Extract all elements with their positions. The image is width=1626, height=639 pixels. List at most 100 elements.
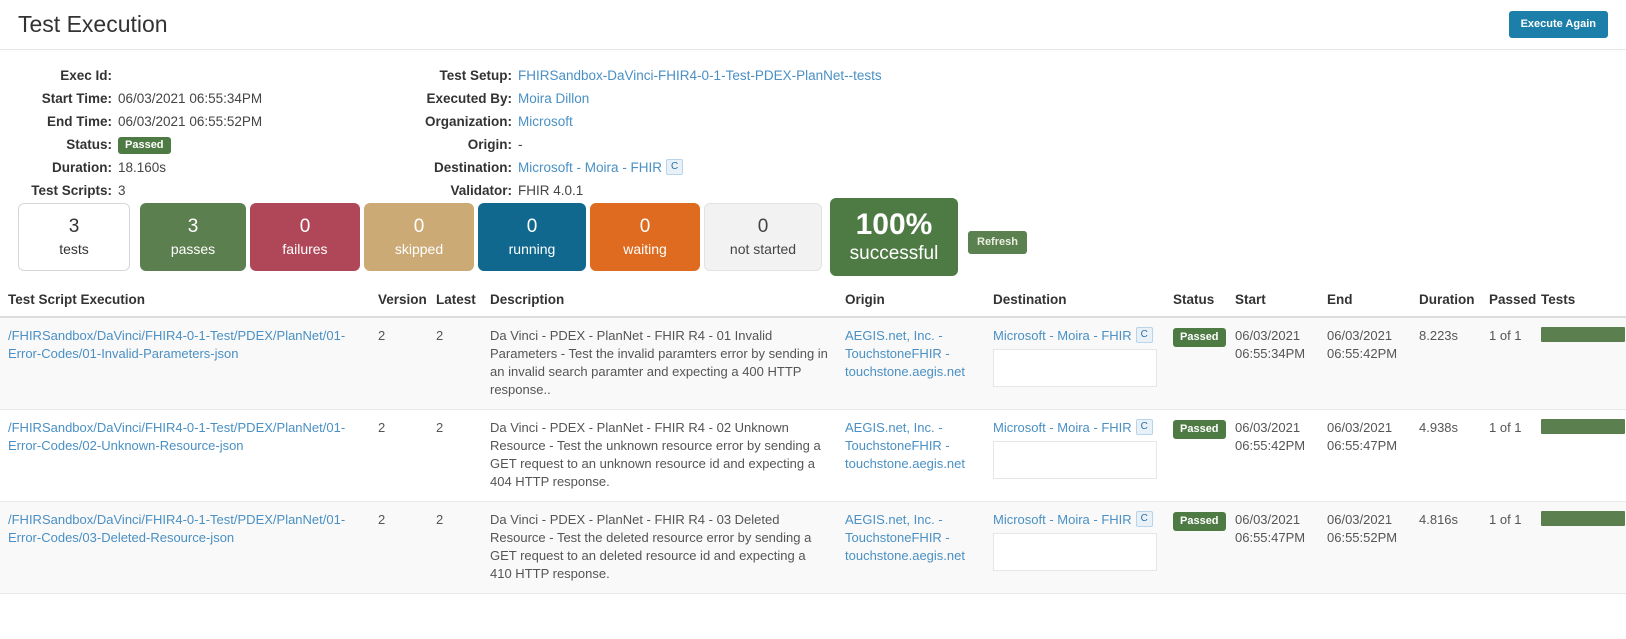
- test-script-execution-table: Test Script ExecutionVersionLatestDescri…: [0, 286, 1626, 594]
- column-header-test-script-execution[interactable]: Test Script Execution: [0, 286, 370, 317]
- column-header-status[interactable]: Status: [1165, 286, 1227, 317]
- detail-value: 18.160s: [118, 160, 166, 175]
- cell-destination[interactable]: Microsoft - Moira - FHIR C: [985, 317, 1165, 410]
- destination-link[interactable]: Microsoft - Moira - FHIR: [993, 328, 1132, 343]
- cell-status: Passed: [1165, 317, 1227, 410]
- cell-origin[interactable]: AEGIS.net, Inc. - TouchstoneFHIR - touch…: [837, 410, 985, 502]
- stat-tile-not-started[interactable]: 0not started: [704, 203, 822, 271]
- percent-successful-label: successful: [830, 242, 958, 266]
- column-header-latest[interactable]: Latest: [428, 286, 482, 317]
- stat-tile-passes[interactable]: 3passes: [140, 203, 246, 271]
- cell-description: Da Vinci - PDEX - PlanNet - FHIR R4 - 02…: [482, 410, 837, 502]
- detail-row: Test Setup:FHIRSandbox-DaVinci-FHIR4-0-1…: [400, 64, 1160, 87]
- cell-start: 06/03/2021 06:55:42PM: [1227, 410, 1319, 502]
- destination-link[interactable]: Microsoft - Moira - FHIR: [993, 420, 1132, 435]
- detail-row: Duration:18.160s: [0, 156, 400, 179]
- cell-origin[interactable]: AEGIS.net, Inc. - TouchstoneFHIR - touch…: [837, 317, 985, 410]
- stat-tile-label: failures: [250, 239, 360, 260]
- detail-row: Status:Passed: [0, 133, 400, 156]
- refresh-button[interactable]: Refresh: [968, 231, 1027, 254]
- table-row[interactable]: /FHIRSandbox/DaVinci/FHIR4-0-1-Test/PDEX…: [0, 317, 1626, 410]
- test-script-link[interactable]: /FHIRSandbox/DaVinci/FHIR4-0-1-Test/PDEX…: [8, 328, 345, 361]
- stat-tile-label: skipped: [364, 239, 474, 260]
- stat-tile-skipped[interactable]: 0skipped: [364, 203, 474, 271]
- stat-tile-tests[interactable]: 3tests: [18, 203, 130, 271]
- destination-link[interactable]: Microsoft - Moira - FHIR: [993, 512, 1132, 527]
- destination-detail-box: [993, 349, 1157, 387]
- detail-row: Organization:Microsoft: [400, 110, 1160, 133]
- detail-value-link[interactable]: Microsoft: [518, 114, 573, 129]
- column-header-start[interactable]: Start: [1227, 286, 1319, 317]
- column-header-version[interactable]: Version: [370, 286, 428, 317]
- origin-link[interactable]: AEGIS.net, Inc. - TouchstoneFHIR - touch…: [845, 420, 965, 471]
- stat-tile-failures[interactable]: 0failures: [250, 203, 360, 271]
- cell-status: Passed: [1165, 502, 1227, 594]
- test-script-link[interactable]: /FHIRSandbox/DaVinci/FHIR4-0-1-Test/PDEX…: [8, 512, 345, 545]
- column-header-passed[interactable]: Passed: [1481, 286, 1533, 317]
- column-header-end[interactable]: End: [1319, 286, 1411, 317]
- cell-version: 2: [370, 502, 428, 594]
- cell-test-script-name[interactable]: /FHIRSandbox/DaVinci/FHIR4-0-1-Test/PDEX…: [0, 410, 370, 502]
- detail-value-link[interactable]: FHIRSandbox-DaVinci-FHIR4-0-1-Test-PDEX-…: [518, 68, 882, 83]
- cell-passed: 1 of 1: [1481, 317, 1533, 410]
- execution-details-left-column: Exec Id:Start Time:06/03/2021 06:55:34PM…: [0, 64, 400, 202]
- detail-value: -: [518, 137, 523, 152]
- status-badge: Passed: [1173, 512, 1226, 531]
- execute-again-button[interactable]: Execute Again: [1509, 11, 1608, 38]
- destination-detail-box: [993, 533, 1157, 571]
- percent-successful-value: 100%: [830, 208, 958, 242]
- detail-label: Test Setup:: [400, 64, 518, 87]
- detail-label: Organization:: [400, 110, 518, 133]
- cell-test-script-name[interactable]: /FHIRSandbox/DaVinci/FHIR4-0-1-Test/PDEX…: [0, 502, 370, 594]
- detail-row: Exec Id:: [0, 64, 400, 87]
- stat-tile-value: 3: [19, 215, 129, 239]
- detail-value: Moira Dillon: [518, 87, 589, 110]
- column-header-duration[interactable]: Duration: [1411, 286, 1481, 317]
- cell-test-script-name[interactable]: /FHIRSandbox/DaVinci/FHIR4-0-1-Test/PDEX…: [0, 317, 370, 410]
- stat-tile-value: 0: [478, 215, 586, 239]
- cell-duration: 8.223s: [1411, 317, 1481, 410]
- table-header-row: Test Script ExecutionVersionLatestDescri…: [0, 286, 1626, 317]
- column-header-tests[interactable]: Tests: [1533, 286, 1626, 317]
- stat-tile-waiting[interactable]: 0waiting: [590, 203, 700, 271]
- stat-tile-label: tests: [19, 239, 129, 260]
- cell-end: 06/03/2021 06:55:47PM: [1319, 410, 1411, 502]
- destination-link-wrap: Microsoft - Moira - FHIRC: [993, 419, 1157, 437]
- detail-value-link[interactable]: Moira Dillon: [518, 91, 589, 106]
- table-row[interactable]: /FHIRSandbox/DaVinci/FHIR4-0-1-Test/PDEX…: [0, 502, 1626, 594]
- detail-row: Start Time:06/03/2021 06:55:34PM: [0, 87, 400, 110]
- percent-successful-tile: 100%successful: [830, 198, 958, 276]
- status-badge: Passed: [1173, 328, 1226, 347]
- stat-tile-value: 0: [590, 215, 700, 239]
- column-header-destination[interactable]: Destination: [985, 286, 1165, 317]
- detail-value-link[interactable]: Microsoft - Moira - FHIR: [518, 160, 662, 175]
- origin-link[interactable]: AEGIS.net, Inc. - TouchstoneFHIR - touch…: [845, 512, 965, 563]
- status-badge: Passed: [1173, 420, 1226, 439]
- detail-value: 06/03/2021 06:55:52PM: [118, 114, 262, 129]
- cell-origin[interactable]: AEGIS.net, Inc. - TouchstoneFHIR - touch…: [837, 502, 985, 594]
- cell-destination[interactable]: Microsoft - Moira - FHIRC: [985, 502, 1165, 594]
- cell-version: 2: [370, 410, 428, 502]
- destination-c-badge: C: [1136, 327, 1153, 343]
- column-header-description[interactable]: Description: [482, 286, 837, 317]
- cell-tests: [1533, 410, 1626, 502]
- detail-value: 06/03/2021 06:55:34PM: [118, 91, 262, 106]
- table-row[interactable]: /FHIRSandbox/DaVinci/FHIR4-0-1-Test/PDEX…: [0, 410, 1626, 502]
- tests-progress-bar: [1541, 511, 1625, 526]
- stat-tile-value: 0: [364, 215, 474, 239]
- cell-latest: 2: [428, 410, 482, 502]
- column-header-origin[interactable]: Origin: [837, 286, 985, 317]
- cell-start: 06/03/2021 06:55:34PM: [1227, 317, 1319, 410]
- stat-tile-value: 3: [140, 215, 246, 239]
- detail-row: Executed By:Moira Dillon: [400, 87, 1160, 110]
- detail-label: Origin:: [400, 133, 518, 156]
- stat-tile-running[interactable]: 0running: [478, 203, 586, 271]
- stat-tile-value: 0: [250, 215, 360, 239]
- origin-link[interactable]: AEGIS.net, Inc. - TouchstoneFHIR - touch…: [845, 328, 965, 379]
- cell-end: 06/03/2021 06:55:42PM: [1319, 317, 1411, 410]
- detail-value: Microsoft: [518, 110, 573, 133]
- cell-destination[interactable]: Microsoft - Moira - FHIRC: [985, 410, 1165, 502]
- cell-start: 06/03/2021 06:55:47PM: [1227, 502, 1319, 594]
- test-script-link[interactable]: /FHIRSandbox/DaVinci/FHIR4-0-1-Test/PDEX…: [8, 420, 345, 453]
- tests-progress-bar: [1541, 419, 1625, 434]
